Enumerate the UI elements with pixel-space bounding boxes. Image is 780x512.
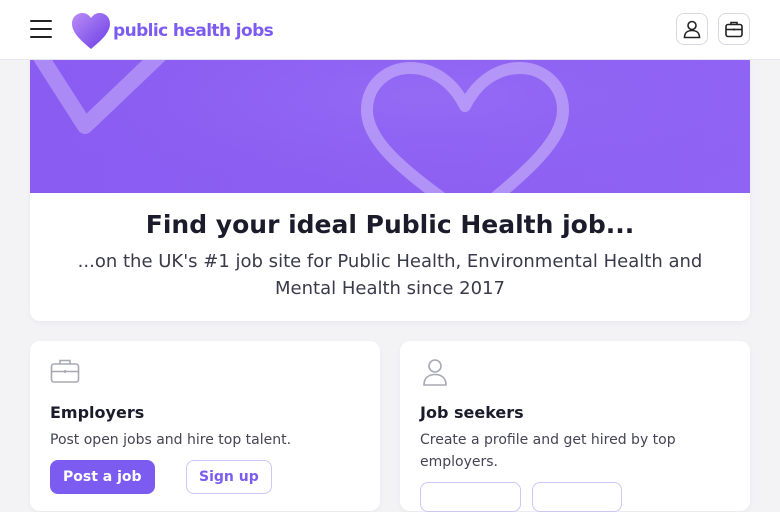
- site-header: public health jobs: [0, 0, 780, 60]
- jobseeker-action-button[interactable]: [420, 482, 521, 512]
- user-icon: [683, 20, 701, 39]
- employers-heading: Employers: [50, 403, 145, 422]
- post-a-job-button[interactable]: Post a job: [50, 460, 155, 494]
- hamburger-menu-icon[interactable]: [28, 18, 54, 40]
- jobs-button[interactable]: [718, 13, 750, 45]
- briefcase-icon: [50, 359, 80, 383]
- employers-card: Employers Post open jobs and hire top ta…: [30, 341, 380, 511]
- hero-subtitle: ...on the UK's #1 job site for Public He…: [77, 251, 703, 299]
- jobseekers-heading: Job seekers: [420, 403, 524, 422]
- jobseekers-description: Create a profile and get hired by top em…: [420, 432, 676, 470]
- jobseekers-card: Job seekers Create a profile and get hir…: [400, 341, 750, 512]
- employers-description: Post open jobs and hire top talent.: [50, 432, 292, 448]
- jobseeker-secondary-button[interactable]: [532, 482, 622, 512]
- briefcase-icon: [725, 21, 743, 38]
- user-icon: [423, 359, 447, 386]
- site-logo[interactable]: public health jobs: [70, 11, 274, 51]
- hero-title: Find your ideal Public Health job...: [145, 210, 635, 239]
- logo-text: public health jobs: [113, 21, 274, 41]
- employer-sign-up-button[interactable]: Sign up: [186, 460, 272, 494]
- heart-logo-icon: [72, 13, 110, 49]
- account-button[interactable]: [676, 13, 708, 45]
